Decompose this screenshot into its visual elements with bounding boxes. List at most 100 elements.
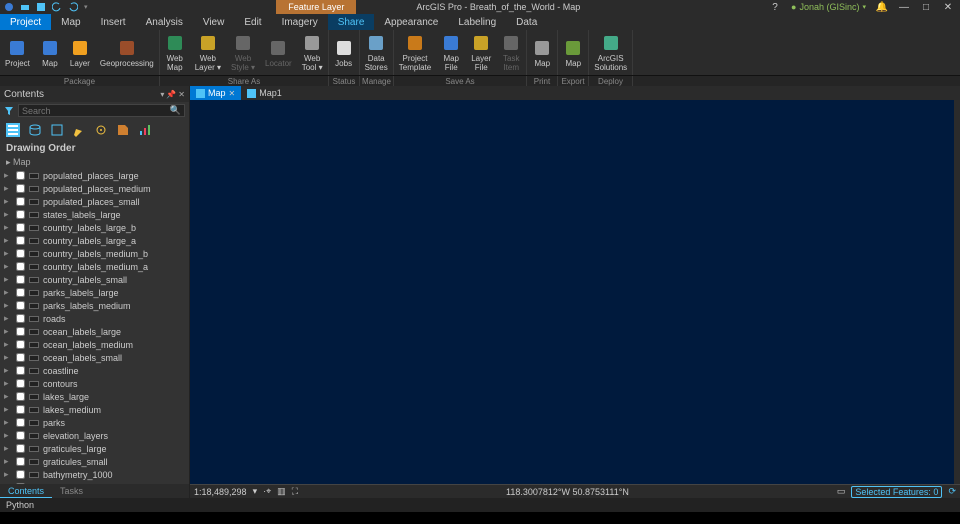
menu-appearance[interactable]: Appearance — [374, 14, 448, 30]
map-file[interactable]: MapFile — [436, 30, 466, 75]
expand-icon[interactable]: ▸ — [4, 365, 12, 376]
data-stores[interactable]: DataStores — [360, 30, 393, 75]
expand-icon[interactable]: ▸ — [4, 417, 12, 428]
layer-row[interactable]: ▸states_labels_large — [0, 208, 189, 221]
layer-row[interactable]: ▸parks — [0, 416, 189, 429]
project-template[interactable]: ProjectTemplate — [394, 30, 436, 75]
layer-row[interactable]: ▸bathymetry_1000 — [0, 468, 189, 481]
layer-row[interactable]: ▸lakes_medium — [0, 403, 189, 416]
notifications-icon[interactable]: 🔔 — [876, 1, 888, 13]
arcgis-solutions[interactable]: ArcGISSolutions — [589, 30, 632, 75]
filter-icon[interactable] — [4, 106, 14, 116]
layer-visibility-checkbox[interactable] — [16, 340, 25, 349]
python-window-tab[interactable]: Python — [0, 498, 960, 512]
layer-visibility-checkbox[interactable] — [16, 392, 25, 401]
layer-visibility-checkbox[interactable] — [16, 288, 25, 297]
layer-visibility-checkbox[interactable] — [16, 444, 25, 453]
layer-row[interactable]: ▸elevation_layers — [0, 429, 189, 442]
layer-visibility-checkbox[interactable] — [16, 275, 25, 284]
layer-row[interactable]: ▸country_labels_large_a — [0, 234, 189, 247]
layer-visibility-checkbox[interactable] — [16, 223, 25, 232]
expand-icon[interactable]: ▸ — [4, 404, 12, 415]
undo-icon[interactable] — [52, 2, 62, 12]
toc-map-node[interactable]: ▸ Map — [0, 156, 189, 169]
selected-features[interactable]: Selected Features: 0 — [851, 486, 942, 498]
search-icon[interactable]: 🔍 — [170, 105, 181, 116]
redo-icon[interactable] — [68, 2, 78, 12]
expand-icon[interactable]: ▸ — [4, 339, 12, 350]
expand-icon[interactable]: ▸ — [4, 222, 12, 233]
expand-icon[interactable]: ▸ — [4, 352, 12, 363]
layer-visibility-checkbox[interactable] — [16, 431, 25, 440]
layer-visibility-checkbox[interactable] — [16, 327, 25, 336]
menu-project[interactable]: Project — [0, 14, 51, 30]
geoprocessing-package[interactable]: Geoprocessing — [95, 30, 159, 75]
layer-row[interactable]: ▸populated_places_small — [0, 195, 189, 208]
expand-icon[interactable]: ▸ — [4, 248, 12, 259]
scale-value[interactable]: 1:18,489,298 — [194, 487, 247, 497]
map-tab[interactable]: Map1 — [241, 86, 288, 100]
expand-icon[interactable]: ▸ — [4, 313, 12, 324]
expand-icon[interactable]: ▸ — [4, 443, 12, 454]
list-selection-icon[interactable] — [50, 123, 64, 137]
map-package[interactable]: Map — [35, 30, 65, 75]
jobs[interactable]: Jobs — [329, 30, 359, 75]
menu-analysis[interactable]: Analysis — [136, 14, 193, 30]
list-source-icon[interactable] — [28, 123, 42, 137]
search-input[interactable] — [22, 106, 170, 116]
layer-row[interactable]: ▸ocean_labels_medium — [0, 338, 189, 351]
layer-row[interactable]: ▸roads — [0, 312, 189, 325]
scale-dropdown-icon[interactable]: ▾ — [253, 486, 258, 497]
view-dropdown-strip[interactable] — [954, 100, 960, 484]
layer-visibility-checkbox[interactable] — [16, 457, 25, 466]
project-package[interactable]: Project — [0, 30, 35, 75]
tab-close-icon[interactable]: ✕ — [229, 89, 236, 98]
layer-visibility-checkbox[interactable] — [16, 184, 25, 193]
layer-row[interactable]: ▸country_labels_medium_b — [0, 247, 189, 260]
help-icon[interactable]: ? — [769, 1, 781, 13]
pin-icon[interactable]: 📌 — [166, 90, 176, 99]
status-tool-icon-2[interactable]: ▥ — [277, 486, 286, 497]
layer-row[interactable]: ▸country_labels_small — [0, 273, 189, 286]
expand-icon[interactable]: ▸ — [4, 209, 12, 220]
menu-view[interactable]: View — [193, 14, 235, 30]
layer-visibility-checkbox[interactable] — [16, 366, 25, 375]
menu-labeling[interactable]: Labeling — [448, 14, 506, 30]
layer-visibility-checkbox[interactable] — [16, 210, 25, 219]
autohide-icon[interactable]: ▾ — [160, 90, 164, 99]
web-tool[interactable]: WebTool ▾ — [297, 30, 328, 75]
pane-close-icon[interactable]: ✕ — [178, 90, 185, 99]
refresh-icon[interactable]: ⟳ — [948, 486, 956, 497]
layer-visibility-checkbox[interactable] — [16, 353, 25, 362]
save-icon[interactable] — [36, 2, 46, 12]
layer-row[interactable]: ▸country_labels_medium_a — [0, 260, 189, 273]
expand-icon[interactable]: ▸ — [4, 391, 12, 402]
status-tool-icon-3[interactable]: ⛶ — [292, 486, 298, 497]
layer-visibility-checkbox[interactable] — [16, 405, 25, 414]
menu-data[interactable]: Data — [506, 14, 547, 30]
layer-row[interactable]: ▸populated_places_large — [0, 169, 189, 182]
expand-icon[interactable]: ▸ — [4, 274, 12, 285]
layer-visibility-checkbox[interactable] — [16, 379, 25, 388]
open-icon[interactable] — [20, 2, 30, 12]
layer-visibility-checkbox[interactable] — [16, 470, 25, 479]
expand-icon[interactable]: ▸ — [4, 469, 12, 480]
layer-row[interactable]: ▸graticules_small — [0, 455, 189, 468]
expand-icon[interactable]: ▸ — [4, 430, 12, 441]
list-snapping-icon[interactable] — [94, 123, 108, 137]
expand-icon[interactable]: ▸ — [4, 170, 12, 181]
layer-visibility-checkbox[interactable] — [16, 418, 25, 427]
list-labeling-icon[interactable] — [116, 123, 130, 137]
layer-row[interactable]: ▸coastline — [0, 364, 189, 377]
export-map[interactable]: Map — [558, 30, 588, 75]
menu-share[interactable]: Share — [328, 14, 375, 30]
layer-visibility-checkbox[interactable] — [16, 197, 25, 206]
layer-file[interactable]: LayerFile — [466, 30, 496, 75]
user-signin[interactable]: ●Jonah (GISinc)▾ — [791, 2, 866, 12]
layer-row[interactable]: ▸populated_places_medium — [0, 182, 189, 195]
list-editing-icon[interactable] — [72, 123, 86, 137]
print-map[interactable]: Map — [527, 30, 557, 75]
map-canvas[interactable] — [190, 100, 960, 484]
pane-tab-tasks[interactable]: Tasks — [52, 484, 91, 498]
search-box[interactable]: 🔍 — [18, 104, 185, 117]
